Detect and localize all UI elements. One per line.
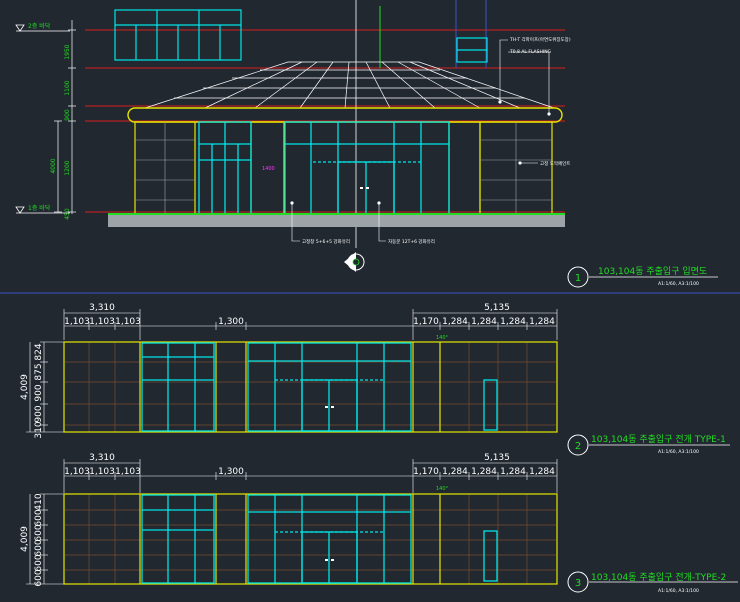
canopy-roof bbox=[144, 61, 555, 109]
angle-tag-1: 140° bbox=[436, 335, 449, 341]
note-paint: 고정 도막페인트 bbox=[540, 160, 570, 167]
fixed-window-left bbox=[198, 121, 252, 215]
side-dim-1-4: 900 bbox=[34, 405, 44, 422]
title-scale-2: A1:1/60, A3:1/100 bbox=[658, 449, 699, 455]
left-dimension-values: 1950 1100 900 1200 450 4000 bbox=[50, 44, 71, 220]
side-dim-2-3: 600 bbox=[34, 524, 44, 541]
dim-seg-1-3: 1,103 bbox=[115, 317, 141, 327]
dim-seg-2-6: 1,284 bbox=[442, 467, 468, 477]
drawing-title-1: 1 103,104동 주출입구 입면도 A1:1/60, A3:1/100 bbox=[567, 265, 718, 288]
dim-seg-1-2: 1,103 bbox=[89, 317, 115, 327]
unfold-outline-1 bbox=[63, 341, 558, 433]
title-text-1: 103,104동 주출입구 입면도 bbox=[598, 265, 707, 277]
dim-seg-1-9: 1,284 bbox=[529, 317, 555, 327]
panel-grid-2 bbox=[65, 494, 556, 584]
dim-seg-1-6: 1,284 bbox=[442, 317, 468, 327]
side-overall-2: 4,009 bbox=[20, 526, 30, 552]
dim-seg-2-8: 1,284 bbox=[500, 467, 526, 477]
dim-group-right-1: 5,135 bbox=[484, 303, 510, 313]
upper-window bbox=[114, 9, 242, 61]
side-dimension-lines-1 bbox=[26, 341, 64, 433]
unfold-outline-2 bbox=[63, 493, 558, 585]
section-symbol bbox=[344, 252, 365, 272]
entrance-glazing bbox=[284, 121, 450, 215]
dim-seg-1-1: 1,103 bbox=[64, 317, 90, 327]
dim-seg-2-9: 1,284 bbox=[529, 467, 555, 477]
dim-1950: 1950 bbox=[64, 44, 71, 59]
side-dim-2-2: 600 bbox=[34, 509, 44, 526]
unfold-glazing-1 bbox=[141, 342, 498, 432]
side-dim-1-3: 900 bbox=[34, 384, 44, 401]
side-overall-1: 4,009 bbox=[20, 374, 30, 400]
side-dimension-values-1: 4,009 824 875 900 900 310 bbox=[20, 343, 44, 438]
entrance-elevation-drawing: 1950 1100 900 1200 450 4000 2층 바닥 1층 바닥 bbox=[15, 0, 718, 288]
angle-tag-2: 140° bbox=[436, 486, 449, 492]
side-dim-2-4: 600 bbox=[34, 539, 44, 556]
title-number-1: 1 bbox=[575, 273, 581, 284]
side-dim-2-6: 600 bbox=[34, 569, 44, 586]
vent-panel bbox=[456, 37, 488, 63]
title-number-3: 3 bbox=[575, 578, 581, 589]
wall-panel-joints bbox=[135, 122, 552, 214]
top-dimension-values-1: 3,310 5,135 1,103 1,103 1,103 1,300 1,17… bbox=[64, 303, 555, 327]
note-al-flashing: T0.8 AL FLASHING bbox=[509, 49, 552, 55]
ground-slab bbox=[108, 215, 565, 227]
title-scale-3: A1:1/60, A3:1/100 bbox=[658, 588, 699, 594]
dim-4000: 4000 bbox=[50, 158, 57, 173]
dim-seg-2-1: 1,103 bbox=[64, 467, 90, 477]
level-label-2f: 2층 바닥 bbox=[28, 22, 51, 30]
unfold-type-2-drawing: 3,310 5,135 1,103 1,103 1,103 1,300 1,17… bbox=[20, 453, 738, 594]
dim-group-right-2: 5,135 bbox=[484, 453, 510, 463]
dim-seg-2-4: 1,300 bbox=[218, 467, 244, 477]
panel-grid-1 bbox=[65, 342, 556, 432]
title-number-2: 2 bbox=[575, 441, 581, 452]
side-dim-2-5: 600 bbox=[34, 554, 44, 571]
side-dim-2-1: 410 bbox=[34, 493, 44, 510]
roof-fascia bbox=[127, 107, 563, 123]
dim-seg-2-5: 1,170 bbox=[413, 467, 439, 477]
title-text-3: 103,104동 주출입구 전개-TYPE-2 bbox=[591, 571, 726, 583]
dim-1100: 1100 bbox=[64, 80, 71, 95]
side-dimension-values-2: 4,009 410 600 600 600 600 600 bbox=[20, 493, 44, 586]
dim-group-left-1: 3,310 bbox=[89, 303, 115, 313]
level-label-1f: 1층 바닥 bbox=[28, 204, 51, 212]
dim-seg-1-5: 1,170 bbox=[413, 317, 439, 327]
side-dimension-lines-2 bbox=[26, 493, 64, 585]
note-steel-pipe: TH-T 각파이프(아연도위장도장) bbox=[509, 36, 571, 43]
dim-450: 450 bbox=[64, 208, 71, 220]
drawing-title-2: 2 103,104동 주출입구 전개 TYPE-1 A1:1/60, A3:1/… bbox=[567, 433, 730, 456]
dim-1200: 1200 bbox=[64, 160, 71, 175]
center-tag: 1400 bbox=[262, 166, 275, 172]
dim-seg-2-3: 1,103 bbox=[115, 467, 141, 477]
note-fixed-window: 고정창 5+6+5 강화유리 bbox=[302, 238, 350, 245]
level-marker-2f: 2층 바닥 bbox=[15, 22, 70, 32]
dim-900: 900 bbox=[64, 109, 71, 121]
side-dim-1-2: 875 bbox=[34, 363, 44, 380]
note-auto-door: 자동문 12T+6 강화유리 bbox=[388, 238, 435, 245]
dim-seg-2-7: 1,284 bbox=[471, 467, 497, 477]
dim-seg-1-4: 1,300 bbox=[218, 317, 244, 327]
title-scale-1: A1:1/60, A3:1/100 bbox=[658, 281, 699, 287]
side-dim-1-5: 310 bbox=[34, 421, 44, 438]
dim-group-left-2: 3,310 bbox=[89, 453, 115, 463]
unfold-type-1-drawing: 3,310 5,135 1,103 1,103 1,103 1,300 1,17… bbox=[20, 303, 730, 456]
dim-seg-1-8: 1,284 bbox=[500, 317, 526, 327]
drawing-title-3: 3 103,104동 주출입구 전개-TYPE-2 A1:1/60, A3:1/… bbox=[567, 571, 738, 594]
cad-drawing-sheet: 1950 1100 900 1200 450 4000 2층 바닥 1층 바닥 bbox=[0, 0, 740, 594]
top-dimension-values-2: 3,310 5,135 1,103 1,103 1,103 1,300 1,17… bbox=[64, 453, 555, 477]
title-text-2: 103,104동 주출입구 전개 TYPE-1 bbox=[591, 433, 726, 445]
dim-seg-1-7: 1,284 bbox=[471, 317, 497, 327]
side-dim-1-1: 824 bbox=[34, 343, 44, 360]
dim-seg-2-2: 1,103 bbox=[89, 467, 115, 477]
